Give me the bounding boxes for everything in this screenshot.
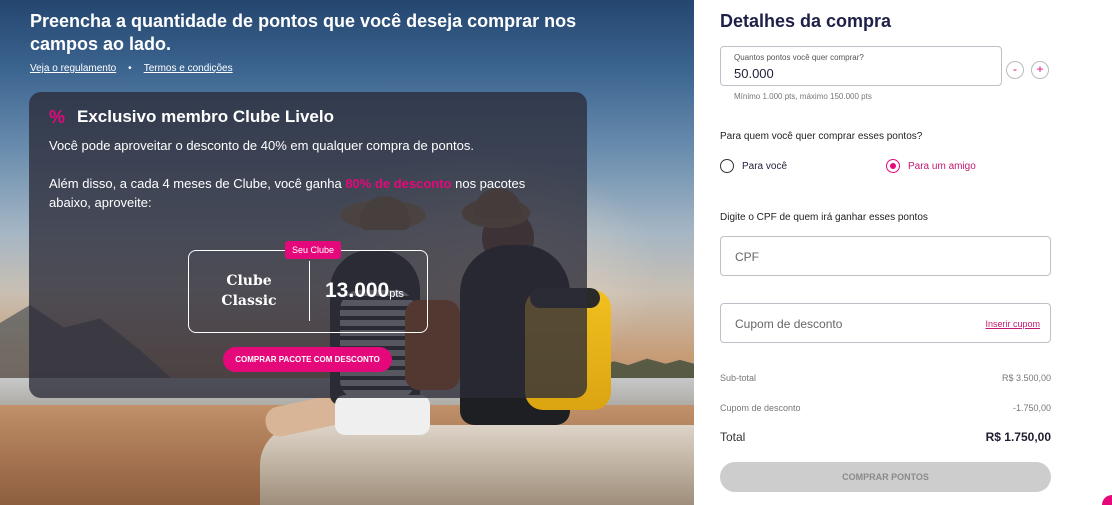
club-bonus-highlight: 80% de desconto	[345, 176, 452, 191]
hero-links: Veja o regulamento • Termos e condições	[30, 63, 233, 74]
link-separator: •	[128, 63, 132, 74]
hero-log	[260, 425, 694, 505]
radio-for-friend-label: Para um amigo	[908, 160, 976, 172]
points-range-hint: Mínimo 1.000 pts, máximo 150.000 pts	[734, 92, 872, 101]
buy-discount-package-button[interactable]: COMPRAR PACOTE COM DESCONTO	[223, 347, 392, 372]
total-row: Total R$ 1.750,00	[720, 430, 1051, 444]
panel-title: Detalhes da compra	[720, 11, 892, 31]
insert-coupon-link[interactable]: Inserir cupom	[985, 319, 1040, 329]
cpf-placeholder: CPF	[735, 250, 759, 264]
recipient-question: Para quem você quer comprar esses pontos…	[720, 131, 923, 142]
package-name-line2: Classic	[221, 293, 277, 309]
subtotal-value: R$ 3.500,00	[1001, 373, 1051, 383]
chat-launcher-icon[interactable]	[1102, 495, 1112, 505]
discount-label: Cupom de desconto	[720, 403, 801, 413]
points-quantity-field[interactable]: Quantos pontos você quer comprar? 50.000	[720, 46, 1002, 86]
package-name-line1: Clube	[226, 273, 272, 289]
package-name: Clube Classic	[189, 271, 309, 311]
person-woman-shorts	[335, 395, 430, 435]
club-offer-card: % Exclusivo membro Clube Livelo Você pod…	[29, 92, 587, 398]
discount-row: Cupom de desconto -1.750,00	[720, 403, 1051, 413]
club-bonus-text-before: Além disso, a cada 4 meses de Clube, voc…	[49, 176, 346, 191]
club-description: Você pode aproveitar o desconto de 40% e…	[49, 138, 474, 153]
club-bonus-text: Além disso, a cada 4 meses de Clube, voc…	[49, 174, 569, 212]
points-quantity-value[interactable]: 50.000	[734, 66, 774, 81]
radio-circle-selected[interactable]	[886, 159, 900, 173]
coupon-input[interactable]: Cupom de desconto Inserir cupom	[720, 303, 1051, 343]
terms-link[interactable]: Termos e condições	[144, 63, 233, 74]
total-value: R$ 1.750,00	[985, 430, 1051, 444]
coupon-placeholder: Cupom de desconto	[735, 317, 843, 331]
regulation-link[interactable]: Veja o regulamento	[30, 63, 116, 74]
your-club-badge: Seu Clube	[285, 241, 342, 259]
subtotal-row: Sub-total R$ 3.500,00	[720, 373, 1051, 383]
purchase-details-panel: Detalhes da compra Quantos pontos você q…	[694, 0, 1112, 505]
club-header: % Exclusivo membro Clube Livelo	[49, 107, 334, 127]
buy-points-button[interactable]: COMPRAR PONTOS	[720, 462, 1051, 492]
radio-for-friend[interactable]: Para um amigo	[886, 159, 976, 173]
club-package-card[interactable]: Seu Clube Clube Classic 13.000pts	[188, 241, 428, 333]
increase-points-button[interactable]: +	[1031, 61, 1049, 79]
points-quantity-label: Quantos pontos você quer comprar?	[734, 53, 864, 62]
package-points: 13.000pts	[325, 279, 404, 303]
radio-circle[interactable]	[720, 159, 734, 173]
hero-title: Preencha a quantidade de pontos que você…	[30, 11, 577, 54]
club-title: Exclusivo membro Clube Livelo	[77, 107, 334, 126]
discount-percent-icon: %	[49, 107, 66, 127]
package-points-value: 13.000	[325, 279, 390, 302]
package-points-unit: pts	[389, 288, 404, 300]
radio-for-you-label: Para você	[742, 160, 788, 172]
total-label: Total	[720, 430, 746, 444]
cpf-question: Digite o CPF de quem irá ganhar esses po…	[720, 212, 928, 223]
decrease-points-button[interactable]: -	[1006, 61, 1024, 79]
package-divider	[309, 261, 310, 321]
subtotal-label: Sub-total	[720, 373, 757, 383]
cpf-input[interactable]: CPF	[720, 236, 1051, 276]
hero-banner: Preencha a quantidade de pontos que você…	[0, 0, 694, 505]
discount-value: -1.750,00	[1012, 403, 1051, 413]
radio-for-you[interactable]: Para você	[720, 159, 787, 173]
